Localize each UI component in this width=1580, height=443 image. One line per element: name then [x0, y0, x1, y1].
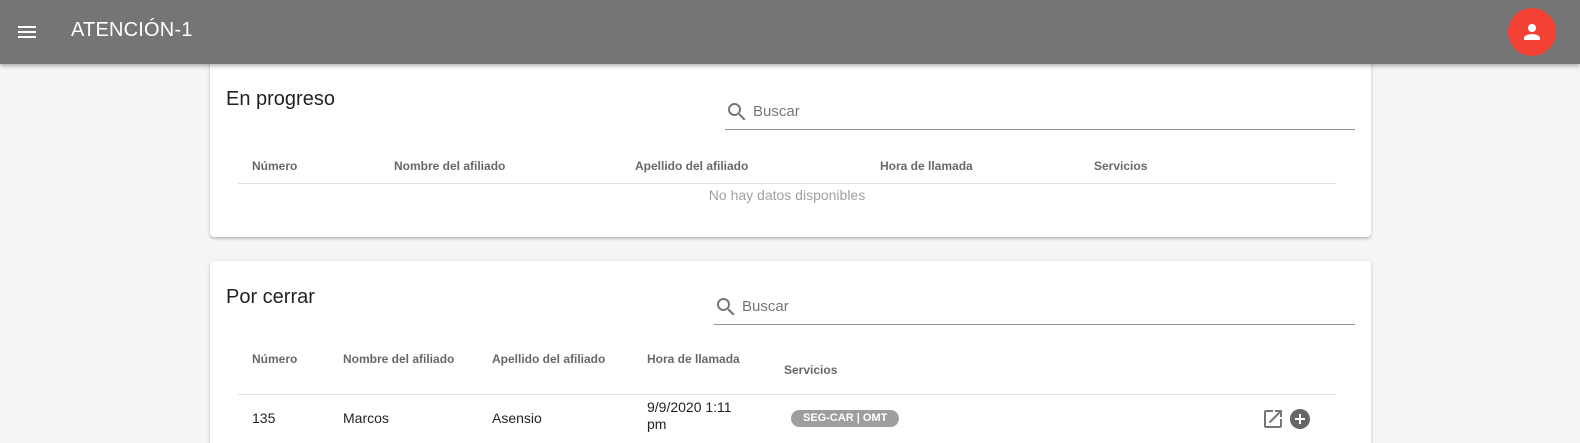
- in-progress-search-input[interactable]: [753, 99, 1313, 123]
- to-close-search: [714, 289, 1355, 325]
- to-close-card: Por cerrar Número Nombre del afiliado Ap…: [210, 261, 1371, 443]
- user-avatar-button[interactable]: [1508, 8, 1556, 56]
- search-icon: [728, 103, 746, 121]
- services-chip[interactable]: SEG-CAR | OMT: [791, 410, 900, 427]
- cell-number: 135: [252, 410, 276, 426]
- search-icon: [717, 298, 735, 316]
- menu-icon[interactable]: [15, 20, 39, 44]
- cell-first-name: Marcos: [343, 410, 389, 426]
- column-header-last-name[interactable]: Apellido del afiliado: [635, 159, 748, 173]
- column-header-last-name[interactable]: Apellido del afiliado: [492, 352, 605, 366]
- person-icon: [1524, 24, 1540, 40]
- to-close-title: Por cerrar: [226, 286, 315, 308]
- column-header-first-name[interactable]: Nombre del afiliado: [343, 352, 454, 366]
- column-header-call-time[interactable]: Hora de llamada: [880, 159, 973, 173]
- in-progress-search: [725, 94, 1355, 130]
- app-title: ATENCIÓN-1: [71, 19, 193, 41]
- to-close-search-input[interactable]: [742, 294, 1302, 318]
- column-header-services[interactable]: Servicios: [1094, 159, 1147, 173]
- app-bar: ATENCIÓN-1: [0, 0, 1580, 64]
- column-header-call-time[interactable]: Hora de llamada: [647, 352, 740, 366]
- column-header-first-name[interactable]: Nombre del afiliado: [394, 159, 505, 173]
- cell-call-time: 9/9/2020 1:11 pm: [647, 399, 732, 432]
- open-in-new-icon[interactable]: [1261, 407, 1285, 431]
- header-divider: [238, 183, 1336, 184]
- in-progress-card: En progreso Número Nombre del afiliado A…: [210, 44, 1371, 237]
- add-circle-icon[interactable]: [1288, 407, 1312, 431]
- column-header-services[interactable]: Servicios: [784, 363, 837, 377]
- in-progress-title: En progreso: [226, 88, 335, 110]
- empty-table-message: No hay datos disponibles: [708, 187, 866, 203]
- header-divider: [238, 394, 1336, 395]
- column-header-number[interactable]: Número: [252, 352, 297, 366]
- cell-last-name: Asensio: [492, 410, 542, 426]
- column-header-number[interactable]: Número: [252, 159, 297, 173]
